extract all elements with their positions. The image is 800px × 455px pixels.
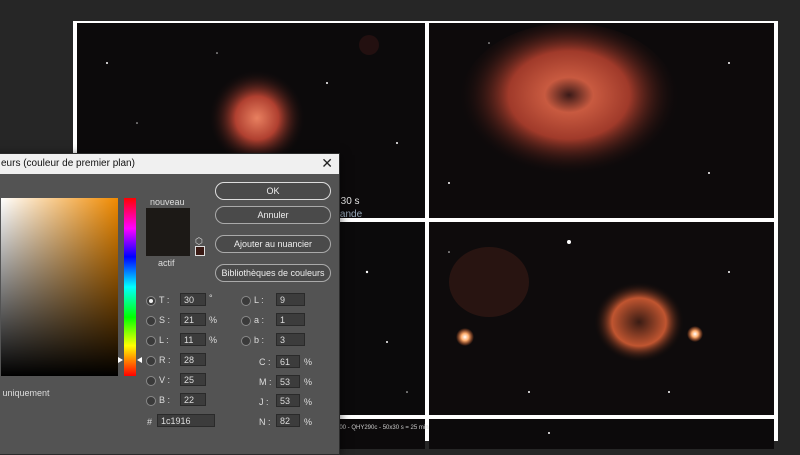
- lab-b-input[interactable]: 3: [276, 333, 305, 346]
- red-label: R :: [159, 355, 171, 365]
- yellow-unit: %: [304, 397, 313, 407]
- blue-label: B :: [159, 395, 171, 405]
- hue-slider[interactable]: [124, 198, 136, 376]
- hex-input[interactable]: 1c1916: [157, 414, 215, 427]
- hue-slider-left-arrow[interactable]: [118, 357, 123, 363]
- green-input[interactable]: 25: [180, 373, 206, 386]
- web-colors-only-label[interactable]: b uniquement: [0, 388, 50, 398]
- hue-label: T :: [159, 295, 170, 305]
- gamut-swatch[interactable]: [195, 246, 205, 256]
- hue-radio[interactable]: [146, 296, 156, 306]
- green-radio[interactable]: [146, 376, 156, 386]
- magenta-unit: %: [304, 377, 313, 387]
- hex-label: #: [147, 417, 153, 427]
- saturation-radio[interactable]: [146, 316, 156, 326]
- add-to-swatches-button[interactable]: Ajouter au nuancier: [215, 235, 331, 253]
- green-label: V :: [159, 375, 171, 385]
- cyan-label: C :: [259, 357, 271, 367]
- cancel-button[interactable]: Annuler: [215, 206, 331, 224]
- photo-bottom-right: [429, 419, 774, 449]
- lab-a-label: a :: [254, 315, 265, 325]
- lab-a-radio[interactable]: [241, 316, 251, 326]
- lab-b-radio[interactable]: [241, 336, 251, 346]
- brightness-label: L :: [159, 335, 169, 345]
- dialog-title: eurs (couleur de premier plan): [1, 158, 135, 169]
- new-color-preview: [146, 208, 190, 232]
- black-input[interactable]: 82: [276, 414, 300, 427]
- red-input[interactable]: 28: [180, 353, 206, 366]
- blue-input[interactable]: 22: [180, 393, 206, 406]
- magenta-label: M :: [259, 377, 272, 387]
- red-radio[interactable]: [146, 356, 156, 366]
- yellow-input[interactable]: 53: [276, 394, 300, 407]
- saturation-input[interactable]: 21: [180, 313, 206, 326]
- lab-l-label: L :: [254, 295, 264, 305]
- close-icon[interactable]: ✕: [321, 155, 333, 172]
- lab-l-radio[interactable]: [241, 296, 251, 306]
- blue-radio[interactable]: [146, 396, 156, 406]
- lab-b-label: b :: [254, 335, 265, 345]
- saturation-unit: %: [209, 315, 218, 325]
- yellow-label: J :: [259, 397, 269, 407]
- color-libraries-button[interactable]: Bibliothèques de couleurs: [215, 264, 331, 282]
- photo-rosette-nebula: [429, 23, 774, 218]
- dialog-titlebar[interactable]: eurs (couleur de premier plan) ✕: [0, 154, 339, 174]
- brightness-input[interactable]: 11: [180, 333, 206, 346]
- brightness-unit: %: [209, 335, 218, 345]
- strip-caption: 200 - QHY290c - 50x30 s = 25 min: [336, 425, 429, 431]
- color-field[interactable]: [1, 198, 118, 376]
- color-picker-dialog: eurs (couleur de premier plan) ✕ nouveau…: [0, 153, 340, 455]
- ok-button[interactable]: OK: [215, 182, 331, 200]
- lab-a-input[interactable]: 1: [276, 313, 305, 326]
- cyan-input[interactable]: 61: [276, 355, 300, 368]
- saturation-label: S :: [159, 315, 171, 325]
- current-color-preview[interactable]: [146, 232, 190, 256]
- black-label: N :: [259, 417, 271, 427]
- magenta-input[interactable]: 53: [276, 375, 300, 388]
- new-color-label: nouveau: [150, 197, 185, 207]
- current-color-label: actif: [158, 258, 175, 268]
- photo-jellyfish-nebula: [429, 222, 774, 415]
- black-unit: %: [304, 417, 313, 427]
- hue-input[interactable]: 30: [180, 293, 206, 306]
- hue-slider-right-arrow[interactable]: [137, 357, 142, 363]
- brightness-radio[interactable]: [146, 336, 156, 346]
- hue-unit: °: [209, 293, 213, 303]
- cyan-unit: %: [304, 357, 313, 367]
- lab-l-input[interactable]: 9: [276, 293, 305, 306]
